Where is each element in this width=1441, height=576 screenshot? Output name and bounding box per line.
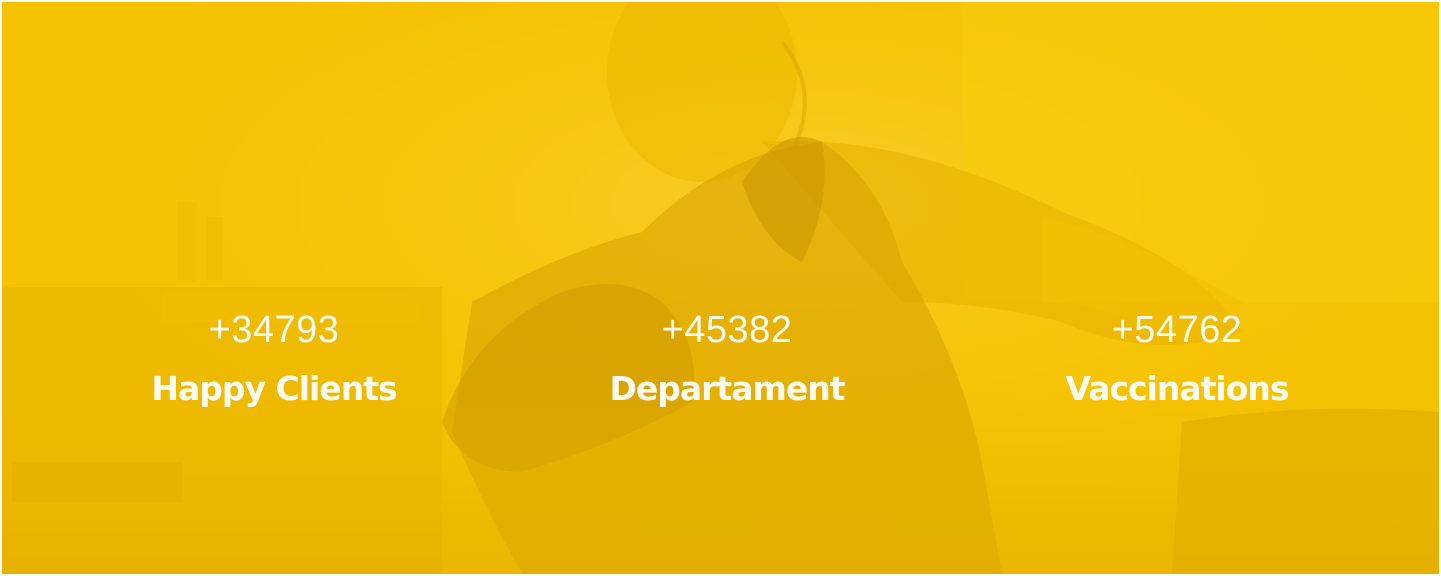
stat-label: Happy Clients [151, 369, 397, 408]
stat-number: +34793 [208, 309, 340, 351]
stat-label: Vaccinations [1065, 369, 1289, 408]
stat-happy-clients: +34793 Happy Clients [104, 307, 444, 411]
stats-section: +34793 Happy Clients +45382 Departament … [2, 2, 1439, 574]
stat-departament: +45382 Departament [557, 307, 897, 411]
stat-label: Departament [609, 369, 845, 408]
stat-number: +45382 [661, 309, 793, 351]
stat-number: +54762 [1111, 309, 1243, 351]
vet-dog-background-image [2, 2, 1439, 574]
stat-vaccinations: +54762 Vaccinations [1007, 307, 1347, 411]
